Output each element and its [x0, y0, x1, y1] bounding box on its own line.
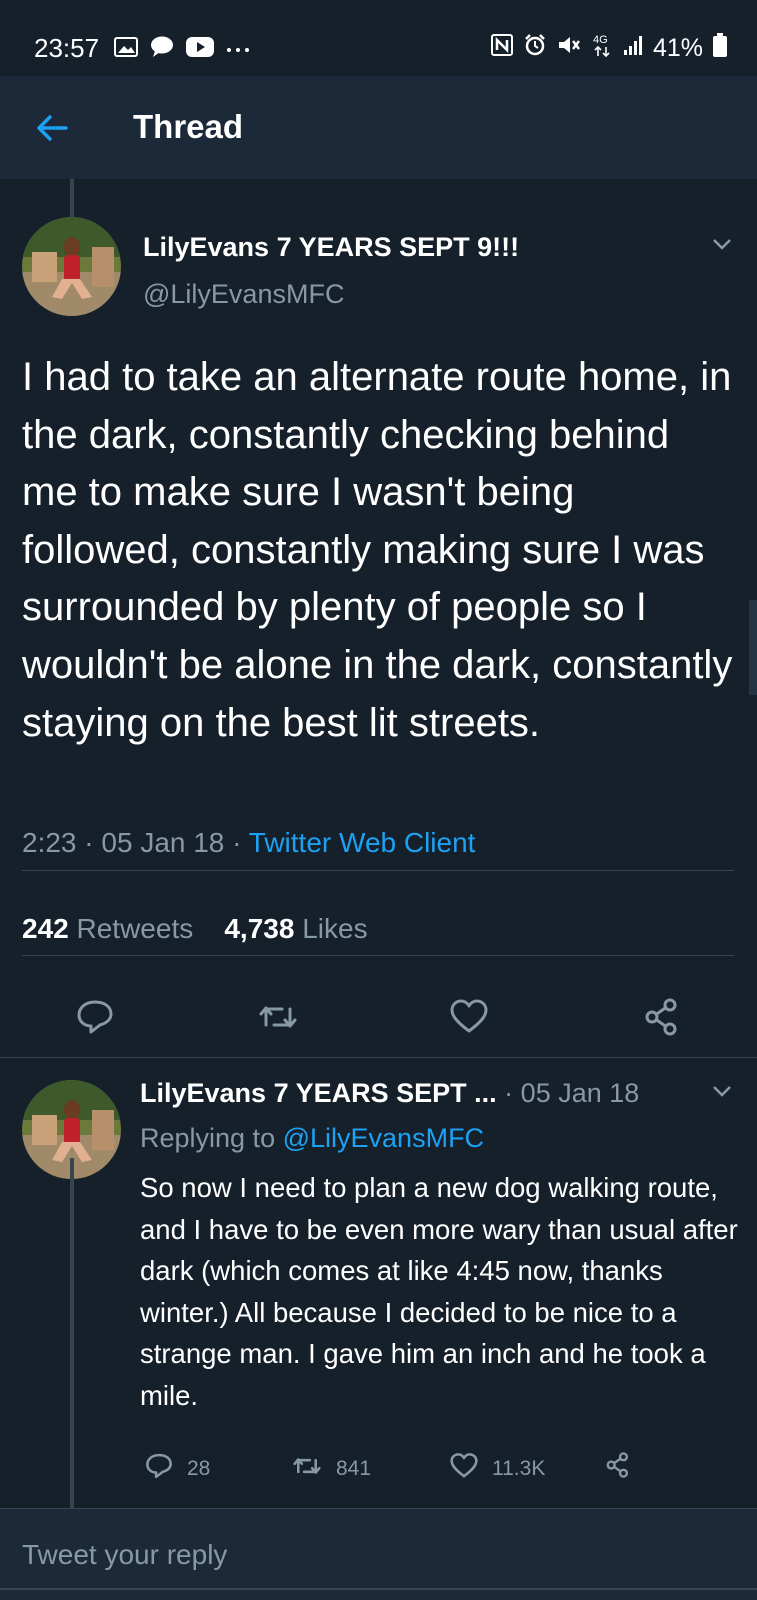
display-name[interactable]: LilyEvans 7 YEARS SEPT ... — [140, 1078, 497, 1108]
nfc-icon — [490, 34, 513, 63]
reply-date: 05 Jan 18 — [520, 1078, 640, 1108]
tweet-text: So now I need to plan a new dog walking … — [140, 1172, 738, 1411]
like-count: 11.3K — [492, 1457, 546, 1480]
page-title: Thread — [133, 108, 244, 145]
avatar[interactable] — [22, 217, 121, 316]
reply-count: 28 — [187, 1457, 211, 1480]
alarm-icon — [523, 33, 547, 64]
retweets-count: 242 — [22, 913, 69, 944]
status-bar: 23:57 4G 41% — [0, 0, 757, 76]
more-icon — [226, 41, 250, 59]
divider — [22, 870, 734, 871]
share-button[interactable] — [603, 1450, 633, 1486]
retweet-icon[interactable] — [256, 995, 300, 1039]
share-icon — [603, 1450, 633, 1486]
likes-count: 4,738 — [224, 913, 295, 944]
reply-icon — [143, 1450, 175, 1488]
4g-icon: 4G — [591, 32, 613, 65]
retweets-stat[interactable]: 242 Retweets — [22, 913, 193, 944]
chevron-down-icon[interactable] — [712, 237, 732, 255]
likes-stat[interactable]: 4,738 Likes — [224, 913, 367, 944]
tweet-time: 2:23 — [22, 827, 77, 858]
reply-input[interactable] — [22, 1539, 722, 1571]
tweet-meta: 2:23 · 05 Jan 18 · Twitter Web Client — [22, 827, 476, 858]
tweet-stats: 242 Retweets 4,738 Likes — [22, 913, 368, 945]
display-name[interactable]: LilyEvans 7 YEARS SEPT 9!!! — [143, 232, 519, 263]
reply-header: LilyEvans 7 YEARS SEPT ... · 05 Jan 18 — [140, 1078, 640, 1108]
reply-composer — [0, 1508, 757, 1600]
like-icon[interactable] — [447, 995, 491, 1039]
mute-icon — [557, 34, 581, 63]
tweet-client-link[interactable]: Twitter Web Client — [249, 827, 476, 858]
youtube-icon — [186, 37, 214, 62]
tweet-date: 05 Jan 18 — [101, 827, 225, 858]
retweet-count: 841 — [336, 1457, 372, 1480]
like-icon — [448, 1450, 480, 1488]
reply-icon[interactable] — [73, 995, 117, 1039]
retweet-button[interactable]: 841 — [290, 1450, 371, 1488]
retweets-label: Retweets — [76, 913, 194, 944]
share-icon[interactable] — [640, 995, 684, 1039]
divider — [22, 955, 734, 956]
reply-button[interactable]: 28 — [143, 1450, 210, 1488]
signal-icon — [623, 34, 643, 63]
replying-handle-link[interactable]: @LilyEvansMFC — [283, 1123, 484, 1153]
status-time: 23:57 — [34, 33, 100, 63]
user-handle[interactable]: @LilyEvansMFC — [143, 279, 344, 310]
thread-line — [70, 179, 74, 217]
divider — [0, 1588, 757, 1590]
retweet-icon — [290, 1450, 324, 1488]
battery-icon — [713, 33, 727, 64]
divider — [0, 1057, 757, 1058]
chat-bubble-icon — [150, 36, 174, 63]
thread-line — [70, 1158, 74, 1508]
app-header: Thread — [0, 76, 757, 179]
like-button[interactable]: 11.3K — [448, 1450, 545, 1488]
replying-prefix: Replying to — [140, 1123, 276, 1153]
back-arrow-icon[interactable] — [34, 110, 70, 146]
chevron-down-icon[interactable] — [712, 1084, 732, 1102]
replying-to: Replying to @LilyEvansMFC — [140, 1123, 484, 1154]
svg-text:4G: 4G — [593, 34, 608, 46]
tweet-text: I had to take an alternate route home, i… — [22, 355, 733, 745]
battery-percent: 41% — [652, 34, 703, 62]
likes-label: Likes — [302, 913, 368, 944]
scrollbar[interactable] — [749, 600, 757, 695]
image-icon — [114, 37, 138, 62]
